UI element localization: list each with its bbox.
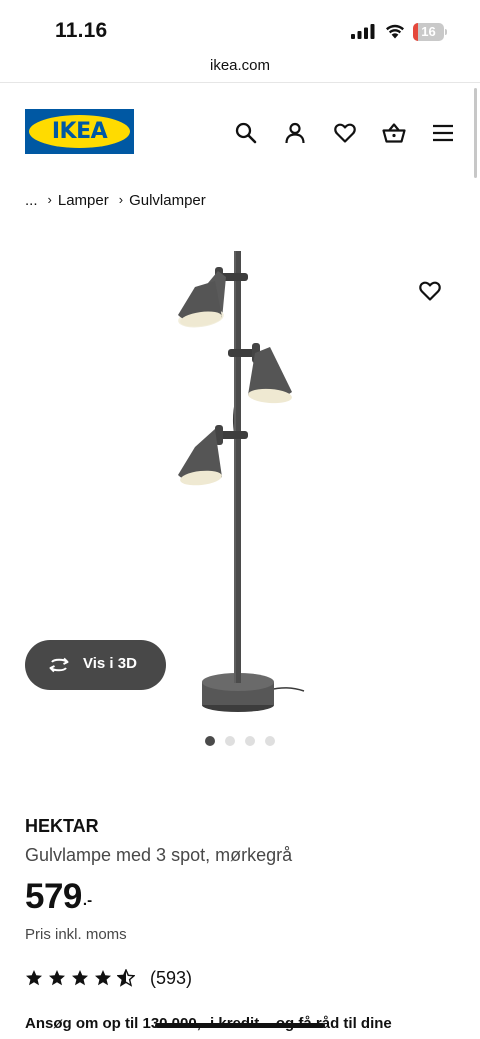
battery-level: 16	[421, 24, 436, 39]
star-full-icon	[26, 970, 42, 986]
basket-icon[interactable]	[382, 121, 406, 145]
logo-text: IKEA	[51, 119, 108, 144]
search-icon[interactable]	[234, 121, 258, 145]
carousel-dot[interactable]	[205, 736, 215, 746]
product-description: Gulvlampe med 3 spot, mørkegrå	[25, 845, 293, 865]
product-price: 579 .-	[25, 875, 92, 919]
product-name[interactable]: HEKTAR	[25, 816, 99, 837]
image-carousel-dots	[205, 736, 275, 746]
rotate-3d-icon	[49, 657, 69, 673]
price-amount: 579	[25, 877, 82, 916]
view-in-3d-label: Vis i 3D	[83, 655, 137, 672]
breadcrumb: ... › Lamper › Gulvlamper	[25, 190, 206, 210]
star-half-icon	[117, 969, 135, 987]
site-header: IKEA	[0, 84, 480, 180]
status-time: 11.16	[55, 19, 108, 42]
cellular-signal-icon	[351, 24, 375, 39]
chevron-right-icon: ›	[47, 191, 52, 207]
carousel-dot[interactable]	[245, 736, 255, 746]
breadcrumb-item-gulvlamper[interactable]: Gulvlamper	[129, 192, 206, 209]
product-rating[interactable]: (593)	[25, 966, 192, 990]
home-indicator	[155, 1023, 325, 1028]
status-bar: 11.16 16	[0, 0, 480, 56]
carousel-dot[interactable]	[225, 736, 235, 746]
rating-stars	[25, 969, 140, 987]
wifi-icon	[386, 24, 404, 39]
browser-url-bar[interactable]: ikea.com	[0, 56, 480, 83]
url-text: ikea.com	[209, 57, 271, 74]
breadcrumb-ellipsis[interactable]: ...	[25, 192, 38, 209]
price-vat-note: Pris inkl. moms	[25, 926, 127, 943]
review-count[interactable]: (593)	[150, 968, 192, 989]
add-to-favourites-heart-icon[interactable]	[418, 279, 442, 303]
chevron-right-icon: ›	[118, 191, 124, 207]
view-in-3d-button[interactable]: Vis i 3D	[25, 640, 166, 690]
carousel-dot[interactable]	[265, 736, 275, 746]
menu-icon[interactable]	[431, 121, 455, 145]
breadcrumb-item-lamper[interactable]: Lamper	[58, 192, 109, 209]
battery-indicator: 16	[413, 23, 447, 41]
ikea-logo[interactable]: IKEA	[25, 109, 134, 154]
heart-icon[interactable]	[333, 121, 357, 145]
star-full-icon	[95, 970, 111, 986]
star-full-icon	[49, 970, 65, 986]
price-suffix: .-	[82, 892, 93, 909]
star-full-icon	[72, 970, 88, 986]
account-icon[interactable]	[283, 121, 307, 145]
